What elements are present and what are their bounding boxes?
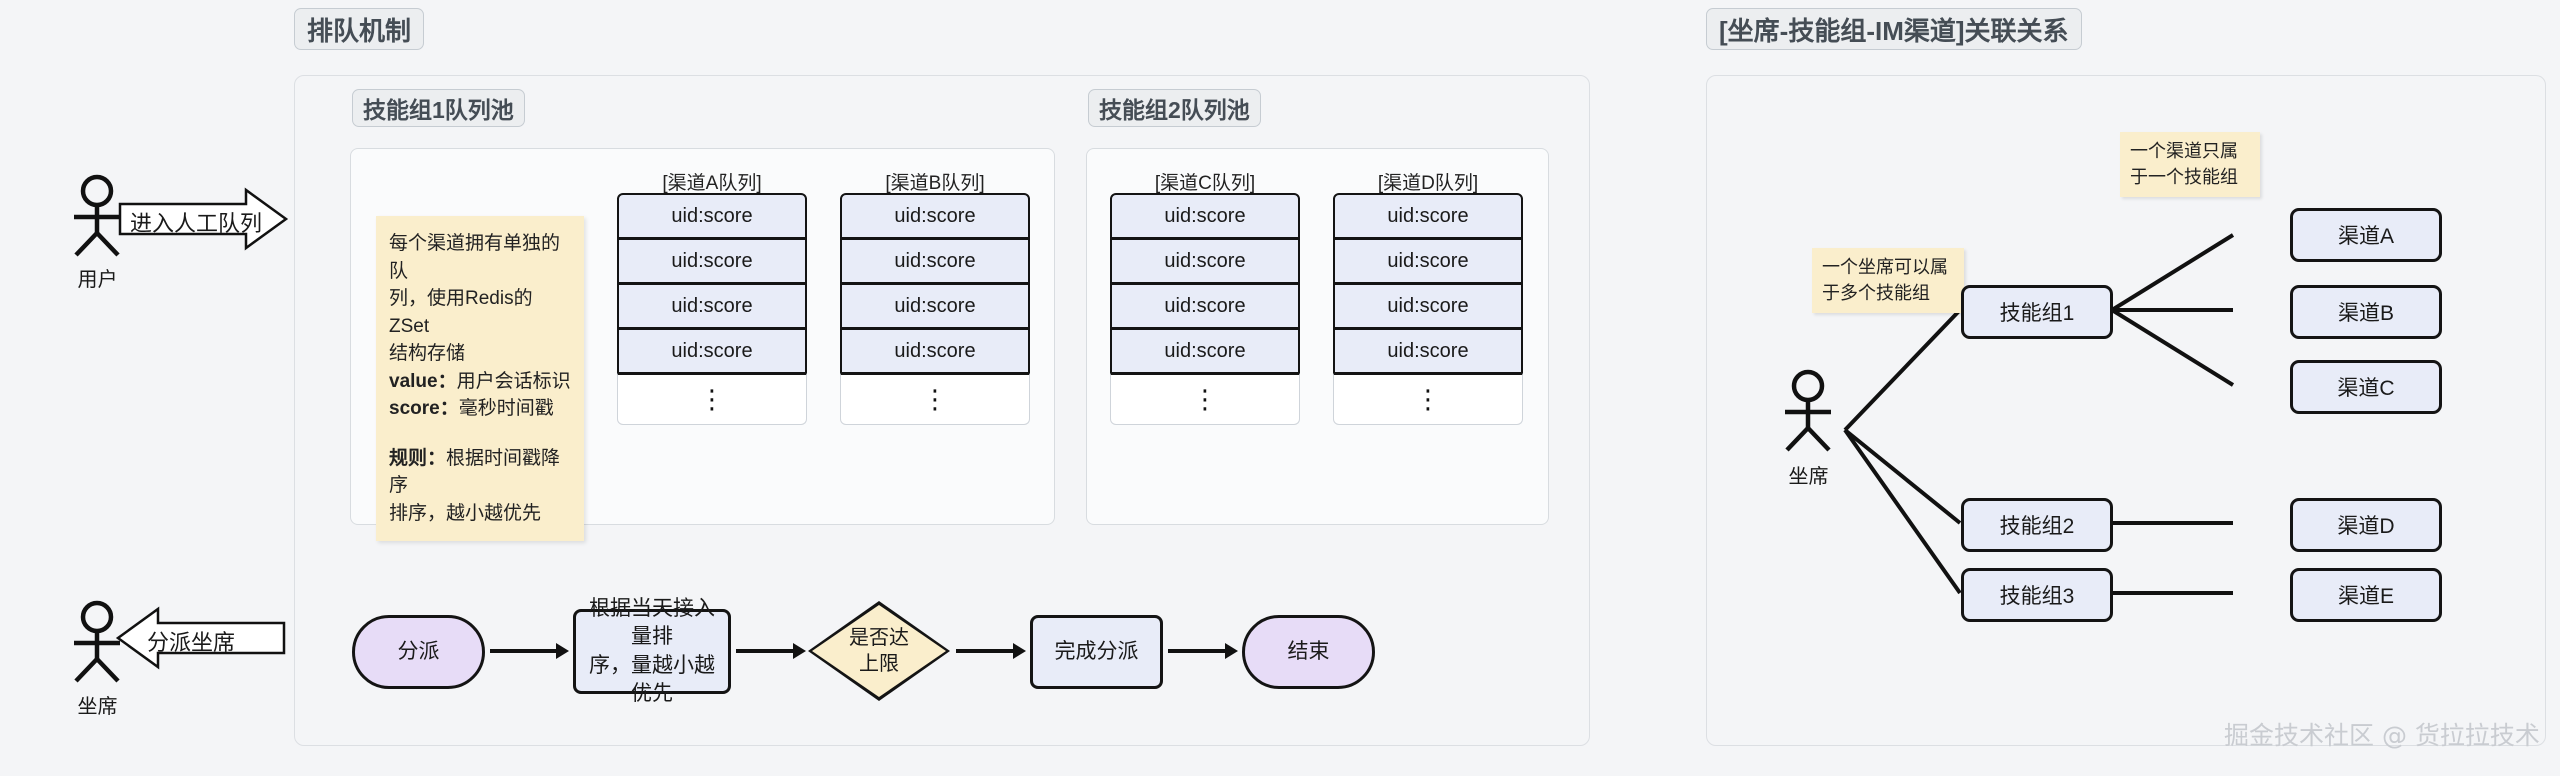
queue-ellipsis: ⋮ [840,373,1030,425]
diagram-canvas: 用户 进入人工队列 坐席 分派坐席 排队机制 技能组1队列池 每个渠道拥有单独的… [0,0,2560,776]
note-line-3: 结构存储 [389,343,466,365]
queue-header-channel-b: [渠道B队列] [885,173,985,194]
queue-column-channel-d: uid:score uid:score uid:score uid:score … [1333,193,1523,425]
note-value-row: value：用户会话标识 [389,368,571,396]
user-arrow-label: 进入人工队列 [130,211,263,236]
queue-header-channel-c: [渠道C队列] [1154,173,1256,194]
queue-structure-note: 每个渠道拥有单独的队 列，使用Redis的ZSet 结构存储 value：用户会… [376,216,584,542]
queue-column-channel-c: uid:score uid:score uid:score uid:score … [1110,193,1300,425]
queue-cell: uid:score [1110,328,1300,373]
user-actor-label: 用户 [77,269,118,291]
queue-cell: uid:score [1333,238,1523,283]
note-value-text: 用户会话标识 [456,370,571,392]
skill-group-box-2: 技能组2 [1961,498,2113,552]
decision-line1: 是否达 [849,627,909,649]
agent-actor-left-label: 坐席 [77,696,118,718]
ellipsis-glyph: ⋮ [1192,383,1218,414]
decision-inner: 是否达 上限 [812,605,946,697]
note-score-label: score： [389,398,459,420]
flow-node-decision: 是否达 上限 [808,601,950,701]
skill-group-2-pool-title: 技能组2队列池 [1088,89,1261,127]
flow-node-end: 结束 [1242,615,1375,689]
flow-node-sort-rule-line1: 根据当天接入量排 [589,596,715,649]
channel-box-a: 渠道A [2290,208,2442,262]
agent-arrow-label: 分派坐席 [146,630,235,655]
queue-cell: uid:score [1333,193,1523,238]
left-panel-title: 排队机制 [294,8,425,50]
queue-cell: uid:score [617,238,807,283]
watermark: 掘金技术社区 @ 货拉拉技术 [2224,721,2540,750]
ellipsis-glyph: ⋮ [922,383,948,414]
queue-cell: uid:score [840,238,1030,283]
note-rule-row-2: 排序，越小越优先 [389,502,542,524]
queue-cell: uid:score [1110,193,1300,238]
queue-cell: uid:score [617,328,807,373]
ellipsis-glyph: ⋮ [1415,383,1441,414]
queue-cell: uid:score [1333,283,1523,328]
flow-arrow-1 [490,641,571,666]
queue-cell: uid:score [1110,283,1300,328]
flow-arrow-4 [1168,641,1240,666]
queue-column-channel-b: uid:score uid:score uid:score uid:score … [840,193,1030,425]
note-rule-label: 规则： [389,447,447,469]
right-panel-title: [坐席-技能组-IM渠道]关联关系 [1706,8,2082,50]
queue-cell: uid:score [617,283,807,328]
queue-cell: uid:score [1333,328,1523,373]
note-score-row: score：毫秒时间戳 [389,395,571,423]
note-value-label: value： [389,370,457,392]
note-channel-single-group: 一个渠道只属 于一个技能组 [2120,132,2260,198]
flow-arrow-3 [956,641,1028,666]
queue-ellipsis: ⋮ [1333,373,1523,425]
note-rule-row: 规则：根据时间戳降序 [389,445,571,500]
skill-group-1-pool-title: 技能组1队列池 [352,89,525,127]
flow-arrow-2 [736,641,808,666]
ellipsis-glyph: ⋮ [699,383,725,414]
channel-box-d: 渠道D [2290,498,2442,552]
channel-box-b: 渠道B [2290,285,2442,339]
skill-group-box-3: 技能组3 [1961,568,2113,622]
queue-column-channel-a: uid:score uid:score uid:score uid:score … [617,193,807,425]
queue-cell: uid:score [617,193,807,238]
channel-box-e: 渠道E [2290,568,2442,622]
note-score-text: 毫秒时间戳 [458,398,554,420]
queue-ellipsis: ⋮ [1110,373,1300,425]
flow-node-complete: 完成分派 [1030,615,1163,689]
queue-header-channel-a: [渠道A队列] [662,173,762,194]
note-line-1: 每个渠道拥有单独的队 [389,233,561,282]
queue-cell: uid:score [1110,238,1300,283]
flow-node-start: 分派 [352,615,485,689]
flow-node-sort-rule: 根据当天接入量排 序，量越小越优先 [573,597,731,705]
queue-cell: uid:score [840,328,1030,373]
flow-node-sort-rule-line2: 序，量越小越优先 [589,653,715,705]
decision-line2: 上限 [859,653,899,675]
skill-group-box-1: 技能组1 [1961,285,2113,339]
queue-cell: uid:score [840,283,1030,328]
channel-box-c: 渠道C [2290,360,2442,414]
queue-header-channel-d: [渠道D队列] [1377,173,1479,194]
note-spacer [389,423,571,445]
note-line-2: 列，使用Redis的ZSet [389,288,533,337]
decision-text: 是否达 上限 [849,625,909,677]
queue-cell: uid:score [840,193,1030,238]
queue-ellipsis: ⋮ [617,373,807,425]
note-agent-multi-group: 一个坐席可以属 于多个技能组 [1812,248,1964,314]
